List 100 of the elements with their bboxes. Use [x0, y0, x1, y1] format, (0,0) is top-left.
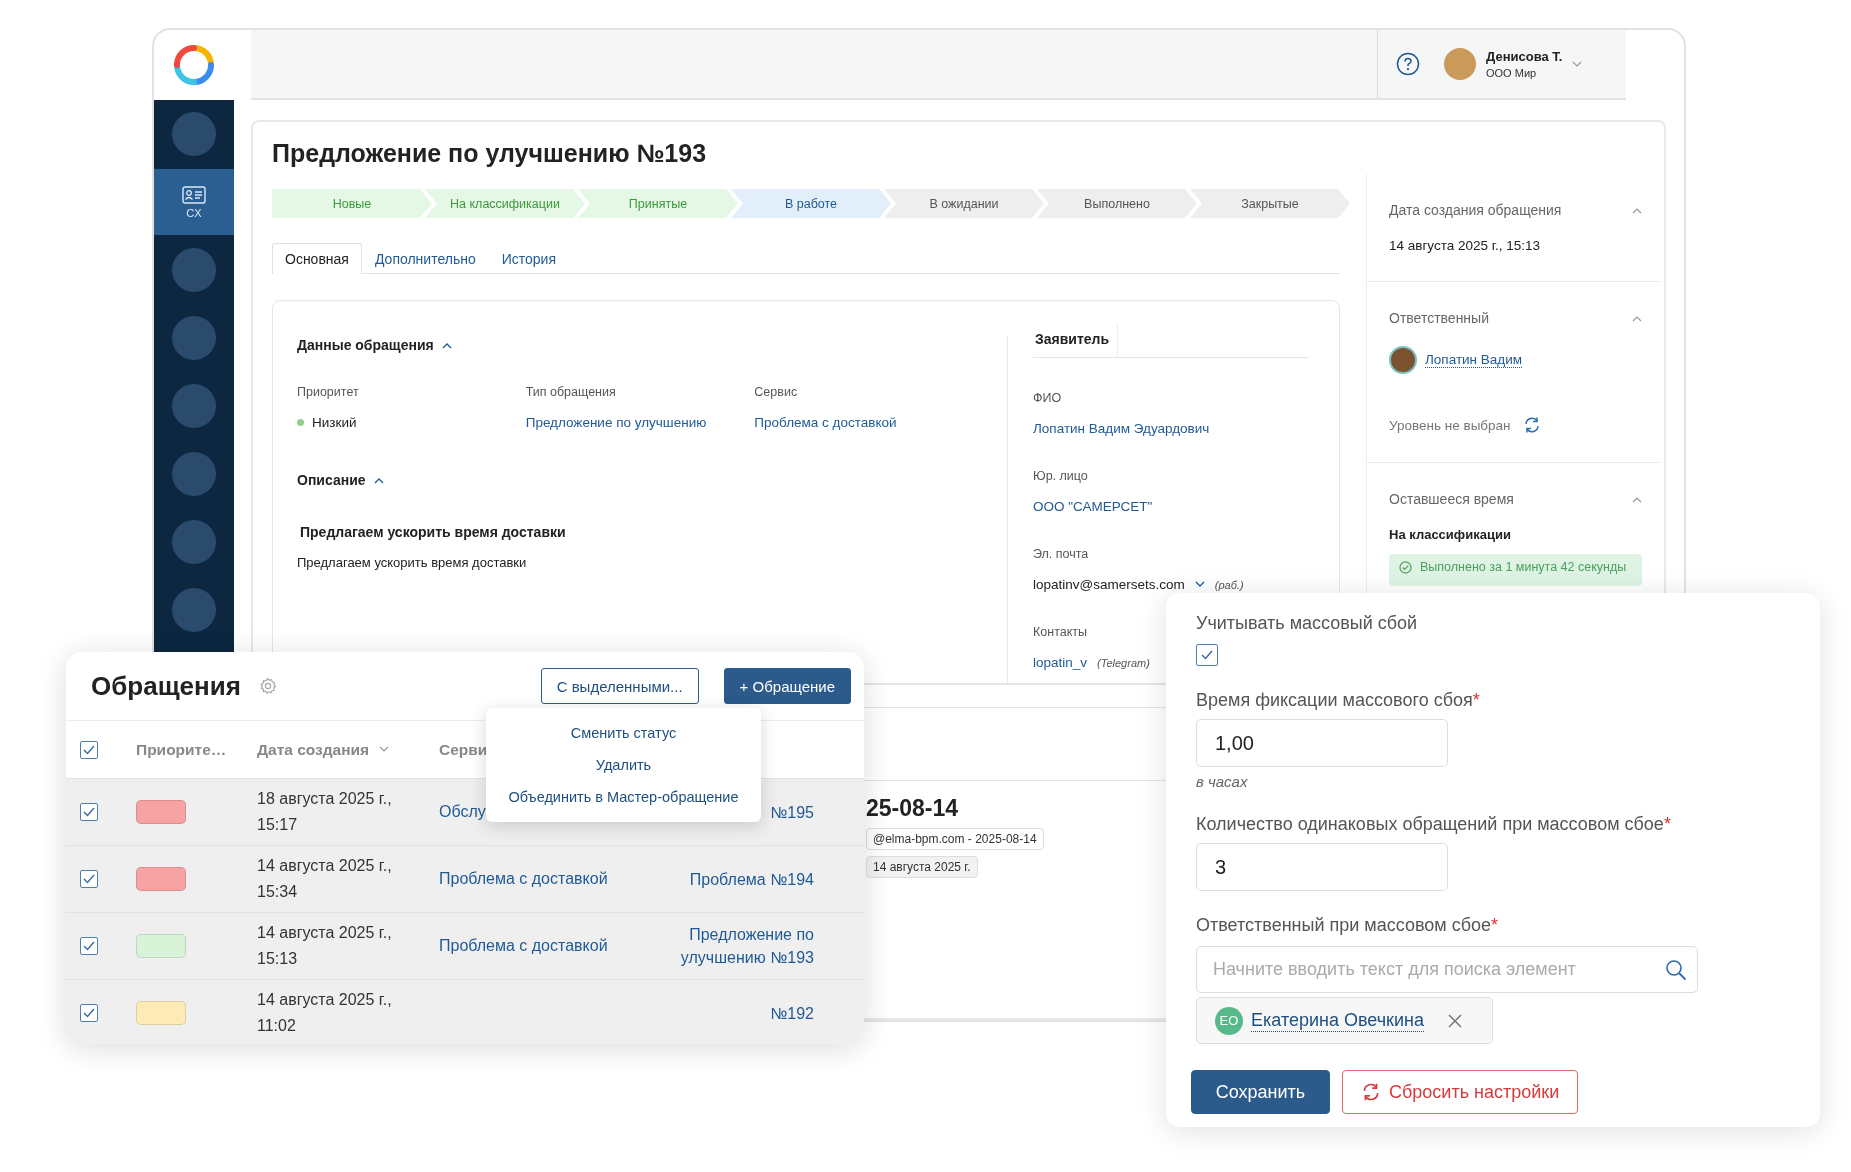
column-header[interactable]: Дата создания — [257, 740, 370, 759]
checkmark-icon — [83, 941, 95, 951]
record-title: Предложение по улучшению №193 — [272, 138, 708, 168]
field-note: (раб.) — [1214, 578, 1244, 591]
table-cell-text: 18 августа 2025 г., 15:17 — [257, 789, 393, 835]
close-icon[interactable] — [1448, 1013, 1462, 1028]
request-link[interactable]: Проблема №194 — [639, 867, 864, 891]
table-row[interactable]: 14 августа 2025 г., 15:34 Проблема с доставкой Проблема №194 — [66, 846, 864, 913]
status-step[interactable]: В работе — [731, 189, 891, 218]
level-text: Уровень не выбран — [1389, 417, 1511, 433]
table-cell-text: 14 августа 2025 г., 15:13 — [257, 923, 393, 969]
field-label: Количество одинаковых обращений при массовом сбое* — [1196, 814, 1671, 835]
table-row[interactable]: 14 августа 2025 г., 15:13 Проблема с доставкой Предложение по улучшению №193 — [66, 913, 864, 980]
section-heading: Данные обращения — [297, 337, 434, 353]
tab[interactable]: Дополнительно — [361, 243, 489, 274]
activity-heading: 25-08-14 — [866, 795, 959, 822]
caret-icon[interactable] — [1194, 581, 1205, 588]
id-card-icon — [182, 185, 206, 204]
field-label: Сервис — [754, 385, 799, 399]
stage-name: На классификации — [1389, 527, 1512, 542]
field-note: (Telegram) — [1097, 656, 1150, 669]
checkbox[interactable] — [80, 803, 98, 821]
user-initials: ЕО — [1215, 1006, 1243, 1035]
field-label: Учитывать массовый сбой — [1196, 613, 1418, 634]
status-step[interactable]: В ожидании — [884, 189, 1044, 218]
section-heading: Оставшееся время — [1389, 491, 1514, 507]
created-date: 14 августа 2025 г., 15:13 — [1389, 238, 1542, 253]
field-label: Ответственный при массовом сбое* — [1196, 915, 1499, 936]
checkmark-icon — [83, 744, 95, 755]
field-label: Тип обращения — [525, 385, 617, 399]
user-link[interactable]: Екатерина Овечкина — [1251, 1009, 1424, 1032]
avatar — [1389, 346, 1417, 374]
field-link[interactable]: Проблема с доставкой — [754, 415, 897, 430]
column-header[interactable]: Приорите… — [136, 740, 227, 759]
help-icon[interactable] — [1396, 52, 1420, 76]
check-circle-icon — [1399, 560, 1412, 574]
field-label: Эл. почта — [1033, 547, 1090, 561]
nav-label: CX — [186, 206, 202, 219]
description-text: Предлагаем ускорить время доставки — [297, 555, 528, 570]
checkmark-icon — [83, 874, 95, 884]
field-label: Юр. лицо — [1033, 469, 1089, 483]
request-link[interactable]: №192 — [639, 1001, 864, 1025]
activity-tag: 14 августа 2025 г. — [866, 856, 978, 878]
number-input[interactable]: 3 — [1196, 843, 1448, 891]
search-icon[interactable] — [1665, 958, 1687, 981]
chevron-icon[interactable] — [373, 476, 384, 484]
menu-item[interactable]: Удалить — [486, 749, 761, 781]
bulk-actions-button[interactable]: С выделенными... — [540, 668, 699, 704]
field-link[interactable]: Предложение по улучшению — [525, 415, 707, 430]
section-heading: Ответственный — [1389, 310, 1489, 326]
sort-caret-icon[interactable] — [379, 746, 390, 753]
avatar[interactable] — [1444, 48, 1476, 80]
reset-button[interactable]: Сбросить настройки — [1342, 1070, 1579, 1114]
checkbox[interactable] — [80, 870, 98, 888]
field-link[interactable]: lopatin_v — [1033, 655, 1088, 670]
list-title: Обращения — [91, 670, 241, 702]
service-link[interactable]: Проблема с доставкой — [439, 870, 608, 887]
nav-item[interactable]: CX — [154, 169, 234, 235]
email-value: lopatinv@samersets.com — [1033, 577, 1185, 592]
refresh-icon — [1361, 1082, 1381, 1102]
section-heading: Дата создания обращения — [1389, 202, 1562, 218]
table-cell-text: 14 августа 2025 г., 15:34 — [257, 856, 393, 902]
settings-icon[interactable] — [258, 677, 277, 695]
user-company: ООО Мир — [1486, 67, 1538, 79]
checkbox[interactable] — [80, 740, 98, 759]
column-header[interactable]: Серви — [439, 740, 488, 759]
applicant-tab[interactable]: Заявитель — [1033, 323, 1119, 357]
add-button[interactable]: + Обращение — [723, 668, 851, 704]
menu-item[interactable]: Сменить статус — [486, 717, 761, 749]
user-name[interactable]: Денисова Т. — [1486, 49, 1563, 64]
checkmark-icon — [1201, 650, 1213, 660]
field-label: Время фиксации массового сбоя* — [1196, 690, 1480, 711]
field-link[interactable]: ООО "САМЕРСЕТ" — [1033, 499, 1153, 514]
chevron-icon[interactable] — [441, 341, 452, 349]
search-field[interactable]: Начните вводить текст для поиска элемент — [1196, 946, 1698, 993]
activity-tag: @elma-bpm.com - 2025-08-14 — [866, 828, 1044, 850]
request-link[interactable]: Предложение по улучшению №193 — [639, 923, 864, 969]
logo-icon[interactable] — [173, 44, 215, 86]
status-step[interactable]: Закрытые — [1190, 189, 1350, 218]
table-row[interactable]: 14 августа 2025 г., 11:02 №192 — [66, 980, 864, 1044]
menu-item[interactable]: Объединить в Мастер-обращение — [486, 781, 761, 813]
field-hint: в часах — [1196, 773, 1248, 790]
field-label: ФИО — [1033, 391, 1063, 405]
service-link[interactable]: Проблема с доставкой — [439, 937, 608, 954]
tab[interactable]: Основная — [272, 243, 362, 274]
save-button[interactable]: Сохранить — [1191, 1070, 1330, 1114]
status-step[interactable]: Выполнено — [1037, 189, 1197, 218]
checkmark-icon — [83, 1008, 95, 1018]
checkbox[interactable] — [80, 937, 98, 955]
checkmark-icon — [83, 807, 95, 817]
refresh-icon[interactable] — [1522, 416, 1541, 434]
checkbox[interactable] — [1196, 644, 1218, 666]
checkbox[interactable] — [80, 1004, 98, 1022]
assignee-link[interactable]: Лопатин Вадим — [1425, 352, 1523, 368]
service-link[interactable]: Обслу — [439, 803, 486, 820]
table-cell-text: 14 августа 2025 г., 11:02 — [257, 990, 393, 1036]
field-label: Контакты — [1033, 625, 1088, 639]
field-link[interactable]: Лопатин Вадим Эдуардович — [1033, 421, 1210, 436]
tab[interactable]: История — [488, 243, 569, 274]
number-input[interactable]: 1,00 — [1196, 719, 1448, 767]
